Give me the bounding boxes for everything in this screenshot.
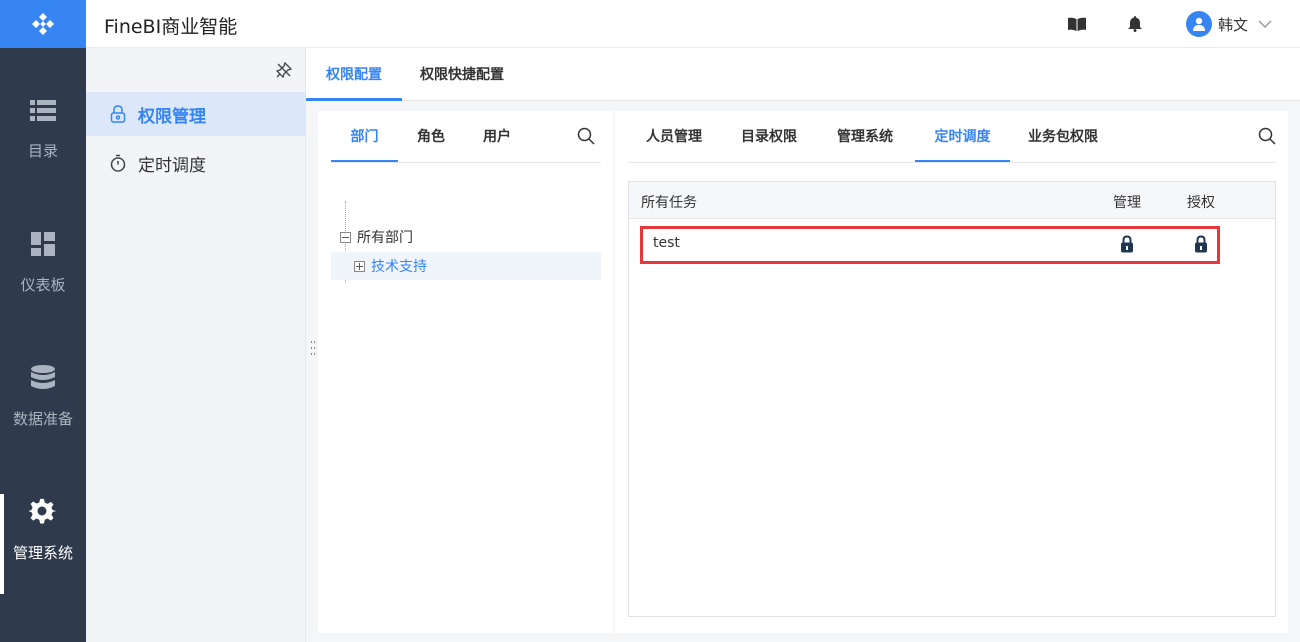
tab-permission-config[interactable]: 权限配置 (306, 48, 402, 101)
chevron-down-icon (1258, 19, 1272, 28)
main-content: 权限配置 权限快捷配置 部门 角色 用户 所有部门 技术支持 人员管理 目录权限… (306, 48, 1300, 642)
database-icon (31, 360, 55, 396)
search-icon[interactable] (1258, 127, 1276, 149)
manage-lock-icon[interactable] (1120, 235, 1134, 257)
sidebar-item-label: 定时调度 (138, 155, 206, 176)
column-header: 所有任务 (641, 195, 697, 211)
tree-node-child[interactable]: 技术支持 (331, 252, 601, 280)
sidebar-item-schedule[interactable]: 定时调度 (86, 141, 306, 185)
expand-icon[interactable] (354, 260, 365, 272)
tab-department[interactable]: 部门 (331, 111, 398, 162)
tree-node-label: 技术支持 (371, 259, 427, 275)
logo-icon (32, 13, 54, 35)
collapse-icon[interactable] (340, 231, 351, 243)
permission-tabs: 人员管理 目录权限 管理系统 定时调度 业务包权限 (628, 111, 1276, 163)
bell-icon[interactable] (1126, 15, 1144, 33)
timer-icon (110, 154, 126, 172)
org-panel: 部门 角色 用户 所有部门 技术支持 (318, 111, 613, 633)
gear-icon (29, 494, 57, 530)
nav-item-data-prep[interactable]: 数据准备 (0, 360, 86, 460)
grant-lock-icon[interactable] (1194, 235, 1208, 257)
list-icon (30, 92, 56, 128)
user-name: 韩文 (1218, 15, 1249, 34)
tab-package-permission[interactable]: 业务包权限 (1028, 111, 1098, 162)
lock-icon (110, 105, 126, 123)
task-name: test (653, 235, 680, 251)
table-header: 所有任务 管理 授权 (629, 182, 1275, 219)
nav-label: 仪表板 (20, 276, 66, 294)
tab-quick-config[interactable]: 权限快捷配置 (420, 48, 504, 101)
top-header: FineBI商业智能 韩文 (86, 0, 1300, 48)
tab-user[interactable]: 用户 (483, 111, 511, 162)
nav-item-dashboard[interactable]: 仪表板 (0, 226, 86, 326)
table-row[interactable]: test (629, 219, 1275, 267)
dashboard-icon (31, 226, 55, 262)
main-nav: 目录 仪表板 数据准备 管理系统 (0, 0, 86, 642)
nav-label: 管理系统 (12, 544, 73, 562)
resize-handle[interactable] (310, 341, 316, 355)
book-icon[interactable] (1068, 15, 1086, 33)
tree-node-root[interactable]: 所有部门 (331, 223, 601, 251)
tab-role[interactable]: 角色 (417, 111, 445, 162)
task-table: 所有任务 管理 授权 test (628, 181, 1276, 617)
sidebar-item-permission[interactable]: 权限管理 (86, 92, 306, 136)
avatar (1186, 11, 1212, 37)
main-tabs: 权限配置 权限快捷配置 (306, 48, 1300, 101)
nav-label: 目录 (27, 142, 58, 160)
secondary-sidebar: 权限管理 定时调度 (86, 48, 306, 642)
tab-schedule[interactable]: 定时调度 (915, 111, 1010, 162)
nav-label: 数据准备 (12, 410, 73, 428)
app-title: FineBI商业智能 (104, 16, 238, 38)
tab-catalog-permission[interactable]: 目录权限 (741, 111, 797, 162)
column-header: 管理 (1113, 195, 1141, 211)
org-tabs: 部门 角色 用户 (331, 111, 601, 163)
search-icon[interactable] (577, 127, 595, 149)
tree-node-label: 所有部门 (357, 230, 413, 246)
sidebar-item-label: 权限管理 (138, 106, 206, 127)
user-menu[interactable]: 韩文 (1186, 11, 1272, 37)
nav-item-catalog[interactable]: 目录 (0, 92, 86, 192)
pin-icon[interactable] (275, 61, 293, 82)
column-header: 授权 (1187, 195, 1215, 211)
tab-admin-system[interactable]: 管理系统 (837, 111, 893, 162)
permission-panel: 人员管理 目录权限 管理系统 定时调度 业务包权限 所有任务 管理 授权 tes… (615, 111, 1288, 633)
tab-personnel[interactable]: 人员管理 (646, 111, 702, 162)
nav-item-admin[interactable]: 管理系统 (0, 494, 86, 594)
app-logo[interactable] (0, 0, 86, 48)
